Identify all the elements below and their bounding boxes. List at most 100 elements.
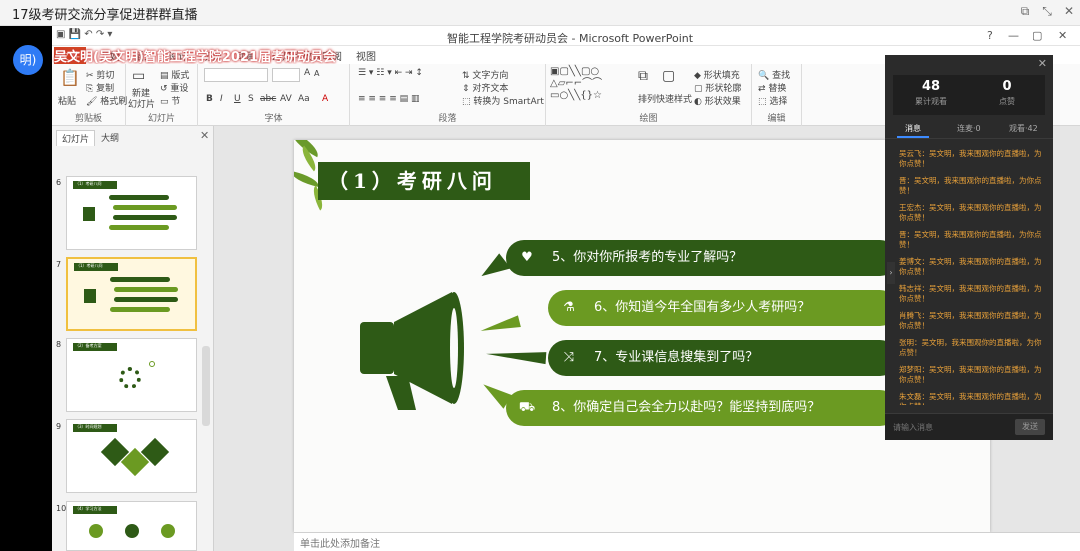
paste-icon[interactable]: 📋 [60,68,80,87]
format-painter-button[interactable]: 🖌 格式刷 [86,94,127,107]
stat-total-views: 48 累计观看 [893,79,969,107]
chat-message: 王宏杰：吴文明，我来围观你的直播啦，为你点赞！ [899,203,1042,222]
shrink-font-button[interactable]: A [314,69,319,78]
ppt-close-icon[interactable]: ✕ [1058,29,1067,42]
group-label: 编辑 [767,114,786,124]
question-8[interactable]: ⛟ 8、你确定自己会全力以赴吗？能坚持到底吗？ [506,390,898,426]
group-clipboard: 📋 粘贴 ✂ 剪切 ⎘ 复制 🖌 格式刷 剪贴板 [52,64,127,126]
tab-slides[interactable]: 幻灯片 [56,130,96,146]
group-label: 幻灯片 [147,114,175,124]
thumb-title: （3）时间规划 [75,424,102,429]
question-text: 8、你确定自己会全力以赴吗？能坚持到底吗？ [552,400,821,415]
panel-scrollbar[interactable] [202,346,210,426]
question-7[interactable]: ⤨ 7、专业课信息搜集到了吗？ [548,340,898,376]
select-button[interactable]: ⬚ 选择 [758,94,787,107]
help-icon[interactable]: ? [987,29,993,42]
slide-number: 6 [56,178,62,187]
fullscreen-icon[interactable]: ⤡ [1038,4,1056,19]
question-5[interactable]: ♥ 5、你对你所报考的专业了解吗？ [506,240,898,276]
text-direction-button[interactable]: ⇅ 文字方向 [462,68,508,81]
slide-panel: 幻灯片 大纲 ✕ 6 （1）考研八问 7 （1）考研八问 8 （2）备考方案 9… [52,126,214,551]
chat-close-icon[interactable]: ✕ [1038,57,1047,70]
group-editing: 🔍 查找 ⇄ 替换 ⬚ 选择 编辑 [752,64,802,126]
thumb-title: （1）考研八问 [75,181,102,186]
align-text-button[interactable]: ⇕ 对齐文本 [462,81,508,94]
send-button[interactable]: 发送 [1015,419,1045,435]
tab-view[interactable]: 视图 [356,48,376,63]
minimize-icon[interactable]: — [1008,29,1019,42]
slide-thumbnail[interactable]: （2）备考方案 [66,338,197,412]
char-spacing-button[interactable]: AV [280,94,292,104]
new-slide-label: 幻灯片 [128,100,156,110]
shape-outline-button[interactable]: ▢ 形状轮廓 [694,81,741,94]
slide-number: 8 [56,340,62,349]
slide-thumbnail[interactable]: （4）学习方法 [66,501,197,551]
replace-button[interactable]: ⇄ 替换 [758,81,786,94]
gear-icon [119,367,141,389]
presenter-watermark: 吴文明(吴文明)智能工程学院2021届考研动员会 [54,50,337,65]
smartart-button[interactable]: ⬚ 转换为 SmartArt [462,94,544,107]
italic-button[interactable]: I [220,94,223,104]
font-name-select[interactable] [204,68,268,82]
chat-message: 韩志祥：吴文明，我来围观你的直播啦，为你点赞！ [899,284,1042,303]
chat-collapse-toggle[interactable]: › [887,262,895,284]
question-6[interactable]: ⚗ 6、你知道今年全国有多少人考研吗？ [548,290,898,326]
tab-messages[interactable]: 消息 [905,123,921,134]
heart-icon: ♥ [521,250,533,265]
slide-title[interactable]: （1）考研八问 [318,162,530,200]
font-size-select[interactable] [272,68,300,82]
copy-button[interactable]: ⎘ 复制 [86,81,114,94]
shuffle-icon: ⤨ [563,350,575,365]
live-stats: 48 累计观看 0 点赞 [893,75,1045,115]
active-tab-indicator [897,136,929,138]
new-slide-icon[interactable]: ▭ [132,68,145,84]
paste-button[interactable]: 粘贴 [58,94,76,107]
underline-button[interactable]: U [234,94,241,104]
slide-number: 9 [56,422,62,431]
tab-mic[interactable]: 连麦·0 [957,123,981,134]
grow-font-button[interactable]: A [304,68,310,78]
slide-thumbnail[interactable]: （3）时间规划 [66,419,197,493]
meeting-title-bar: 17级考研交流分享促进群群直播 ⧉ ⤡ ✕ [0,0,1080,26]
thumb-title: （4）学习方法 [75,506,102,511]
slide-thumbnail-selected[interactable]: （1）考研八问 [66,257,197,331]
quick-styles-button[interactable]: 快速样式 [656,92,692,105]
panel-close-icon[interactable]: ✕ [200,129,209,142]
truck-icon: ⛟ [518,400,536,415]
shape-fill-button[interactable]: ◆ 形状填充 [694,68,740,81]
find-button[interactable]: 🔍 查找 [758,68,790,81]
maximize-icon[interactable]: ▢ [1032,29,1042,42]
close-icon[interactable]: ✕ [1060,4,1078,18]
slide-thumbnail[interactable]: （1）考研八问 [66,176,197,250]
bold-button[interactable]: B [206,94,213,104]
tab-outline[interactable]: 大纲 [96,130,124,145]
font-color-button[interactable]: A [322,94,328,104]
shape-effects-button[interactable]: ◐ 形状效果 [694,94,741,107]
strikethrough-button[interactable]: abc [260,94,276,104]
cut-button[interactable]: ✂ 剪切 [86,68,114,81]
bullets-icon[interactable]: ☰ ▾ ☷ ▾ ⇤ ⇥ ↕ [358,68,423,78]
tab-viewers[interactable]: 观看·42 [1009,123,1038,134]
restore-icon[interactable]: ⧉ [1016,4,1034,19]
arrange-button[interactable]: 排列 [638,92,656,105]
chat-message: 晋：吴文明，我来围观你的直播啦，为你点赞！ [899,176,1042,195]
arrange-icon[interactable]: ⧉ [638,68,648,84]
layout-button[interactable]: ▤ 版式 [160,68,189,81]
chat-messages: 吴云飞：吴文明，我来围观你的直播啦，为你点赞！ 晋：吴文明，我来围观你的直播啦，… [885,143,1053,405]
section-button[interactable]: ▭ 节 [160,94,180,107]
shapes-gallery[interactable]: ▣▢╲╲▢○ △▱⌐⌐⌒⌒ ▭○╲╲{}☆ [550,66,630,102]
quick-styles-icon[interactable]: ▢ [662,68,675,84]
notes-pane[interactable]: 单击此处添加备注 [294,532,1080,551]
reset-button[interactable]: ↺ 重设 [160,81,188,94]
quick-access-toolbar[interactable]: ▣ 💾 ↶ ↷ ▾ [56,29,112,40]
stat-label: 累计观看 [915,97,947,106]
chat-message: 张明：吴文明，我来围观你的直播啦，为你点赞！ [899,338,1042,357]
callout-tail [479,315,521,337]
avatar[interactable]: 明) [13,45,43,75]
chat-message: 吴云飞：吴文明，我来围观你的直播啦，为你点赞！ [899,149,1042,168]
align-icons[interactable]: ≡ ≡ ≡ ≡ ▤ ▥ [358,94,419,104]
change-case-button[interactable]: Aa [298,94,310,104]
chat-tabs: 消息 连麦·0 观看·42 [885,121,1053,139]
chat-input[interactable]: 请输入消息 [893,422,933,433]
shadow-button[interactable]: S [248,94,254,104]
